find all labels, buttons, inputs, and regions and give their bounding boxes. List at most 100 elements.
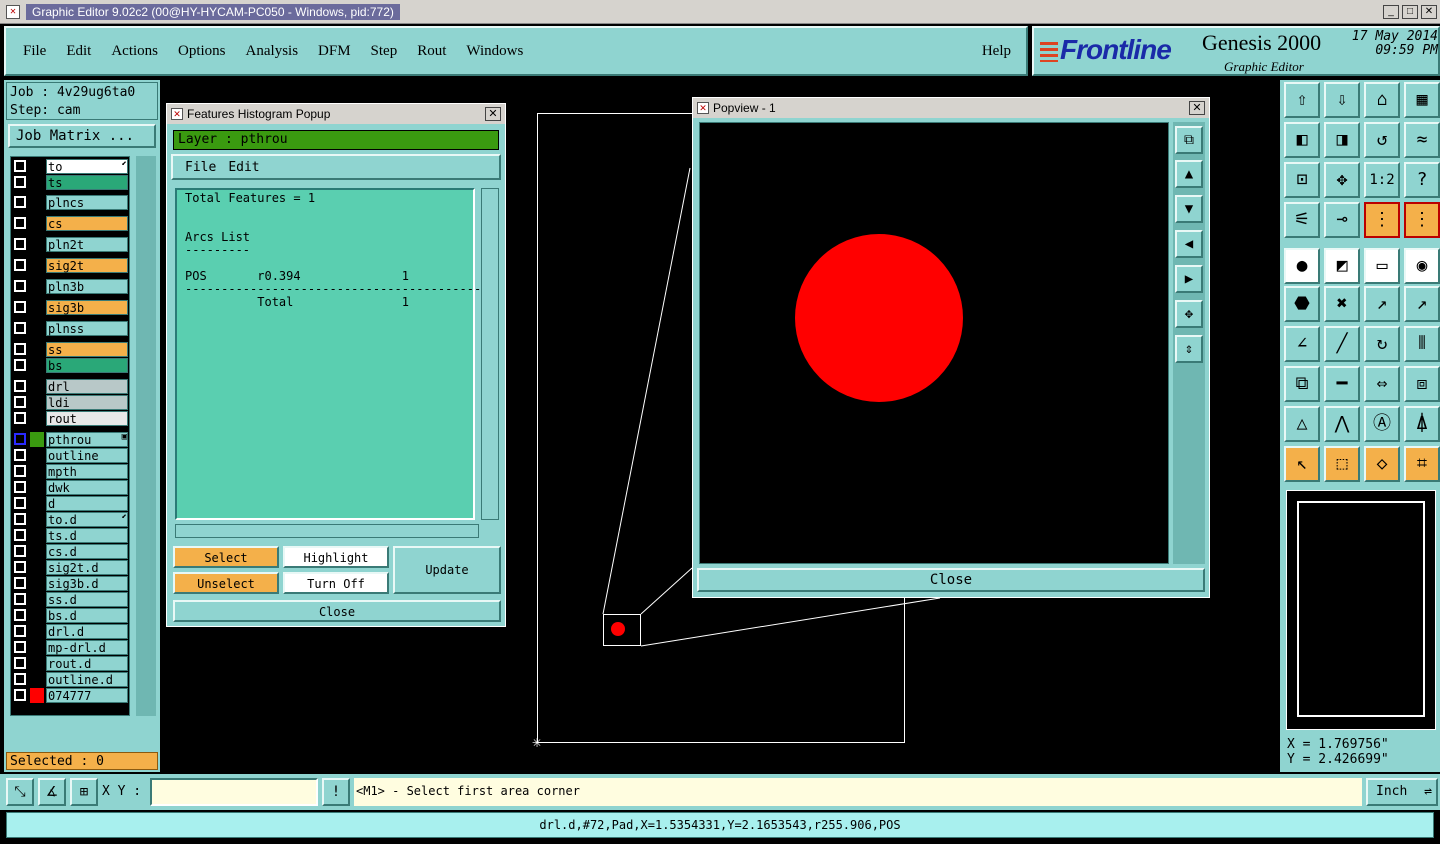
tool-help-icon[interactable]: ? — [1404, 162, 1440, 198]
layer-name[interactable]: bs — [46, 358, 128, 373]
histogram-menu-edit[interactable]: Edit — [228, 160, 259, 175]
layer-row[interactable]: ts — [11, 175, 131, 190]
layer-name[interactable]: sig2t.d — [46, 560, 128, 575]
menu-help[interactable]: Help — [979, 43, 1014, 60]
layer-checkbox[interactable] — [14, 217, 26, 229]
menu-rout[interactable]: Rout — [414, 43, 449, 60]
tool-select-net-icon[interactable]: ⌗ — [1404, 446, 1440, 482]
highlight-button[interactable]: Highlight — [283, 546, 389, 568]
layer-row[interactable]: plnss — [11, 321, 131, 336]
tool-snap-icon[interactable]: ≈ — [1404, 122, 1440, 158]
layer-checkbox[interactable] — [14, 396, 26, 408]
layer-checkbox[interactable] — [14, 196, 26, 208]
layer-row[interactable]: cs.d — [11, 544, 131, 559]
layer-row[interactable]: to ⬋ — [11, 159, 131, 174]
tool-redraw-icon[interactable]: ↺ — [1364, 122, 1400, 158]
layer-row[interactable]: mp-drl.d — [11, 640, 131, 655]
tool-move-line-icon[interactable]: ↗ — [1404, 286, 1440, 322]
layer-checkbox[interactable] — [14, 301, 26, 313]
layer-name[interactable]: sig3b.d — [46, 576, 128, 591]
layer-row[interactable]: drl — [11, 379, 131, 394]
layer-row[interactable]: sig3b.d — [11, 576, 131, 591]
tool-save-icon[interactable]: ⇩ — [1324, 82, 1360, 118]
layer-row[interactable]: bs — [11, 358, 131, 373]
histogram-hscrollbar[interactable] — [175, 524, 479, 538]
snap-angle-icon[interactable]: ∡ — [38, 778, 66, 806]
layer-row[interactable]: sig3b — [11, 300, 131, 315]
layer-name[interactable]: cs.d — [46, 544, 128, 559]
layer-name[interactable]: outline.d — [46, 672, 128, 687]
layer-row[interactable]: sig2t.d — [11, 560, 131, 575]
tool-copy-icon[interactable]: ⧉ — [1284, 366, 1320, 402]
tool-select-poly-icon[interactable]: ◇ — [1364, 446, 1400, 482]
layer-row[interactable]: drl.d — [11, 624, 131, 639]
layer-name[interactable]: pln2t — [46, 237, 128, 252]
tool-connect-icon[interactable]: ⬣ — [1284, 286, 1320, 322]
popview-tool-pan-right-icon[interactable]: ▶ — [1175, 265, 1203, 293]
layer-checkbox[interactable] — [14, 625, 26, 637]
layer-name[interactable]: plncs — [46, 195, 128, 210]
layer-checkbox[interactable] — [14, 465, 26, 477]
layer-name[interactable]: sig2t — [46, 258, 128, 273]
histogram-menu-file[interactable]: File — [185, 160, 216, 175]
tool-pan-left-icon[interactable]: ◧ — [1284, 122, 1320, 158]
menu-options[interactable]: Options — [175, 43, 229, 60]
select-button[interactable]: Select — [173, 546, 279, 568]
tool-line-icon[interactable]: ━ — [1324, 366, 1360, 402]
layer-checkbox[interactable] — [14, 657, 26, 669]
layer-checkbox[interactable] — [14, 259, 26, 271]
layer-row[interactable]: ts.d — [11, 528, 131, 543]
unit-selector[interactable]: Inch ⇌ — [1366, 778, 1438, 806]
popview-canvas[interactable] — [699, 122, 1169, 564]
layer-row[interactable]: bs.d — [11, 608, 131, 623]
pad-feature-zoomed[interactable] — [795, 234, 963, 402]
tool-pan-right-icon[interactable]: ◨ — [1324, 122, 1360, 158]
layer-row[interactable]: 074777 — [11, 688, 131, 703]
layer-name[interactable]: mpth — [46, 464, 128, 479]
layer-name[interactable]: rout.d — [46, 656, 128, 671]
layer-name[interactable]: ss.d — [46, 592, 128, 607]
tool-zoom-fit-icon[interactable]: ⊡ — [1284, 162, 1320, 198]
tool-poly-b-icon[interactable]: ⋀ — [1324, 406, 1360, 442]
layer-checkbox[interactable] — [14, 561, 26, 573]
job-matrix-button[interactable]: Job Matrix ... — [8, 124, 156, 148]
tool-poly-c-icon[interactable]: Ⓐ — [1364, 406, 1400, 442]
popview-tool-pan-down-icon[interactable]: ▼ — [1175, 195, 1203, 223]
layer-name[interactable]: ts.d — [46, 528, 128, 543]
tool-load-icon[interactable]: ⇧ — [1284, 82, 1320, 118]
layer-name[interactable]: sig3b — [46, 300, 128, 315]
layer-checkbox[interactable] — [14, 689, 26, 701]
layer-name[interactable]: bs.d — [46, 608, 128, 623]
xy-input[interactable] — [150, 778, 318, 806]
layer-checkbox[interactable] — [14, 176, 26, 188]
tool-angle-icon[interactable]: ∠ — [1284, 326, 1320, 362]
tool-net-b-icon[interactable]: ⋮ — [1404, 202, 1440, 238]
layer-checkbox[interactable] — [14, 380, 26, 392]
layer-checkbox[interactable] — [14, 593, 26, 605]
layer-row[interactable]: rout.d — [11, 656, 131, 671]
popview-tool-zoom-out-icon[interactable]: ⇕ — [1175, 335, 1203, 363]
tool-add-pad-icon[interactable]: ● — [1284, 248, 1320, 284]
layer-checkbox[interactable] — [14, 359, 26, 371]
tool-slope-icon[interactable]: ╱ — [1324, 326, 1360, 362]
layer-row[interactable]: to.d ⬋ — [11, 512, 131, 527]
layer-row[interactable]: ss.d — [11, 592, 131, 607]
menu-file[interactable]: File — [20, 43, 49, 60]
layer-checkbox[interactable] — [14, 673, 26, 685]
popview-close-button[interactable]: Close — [697, 568, 1205, 592]
layer-checkbox[interactable] — [14, 433, 26, 445]
unselect-button[interactable]: Unselect — [173, 572, 279, 594]
tool-select-box-icon[interactable]: ⬚ — [1324, 446, 1360, 482]
layer-checkbox[interactable] — [14, 529, 26, 541]
pad-feature[interactable] — [611, 622, 625, 636]
histogram-close-button[interactable]: Close — [173, 600, 501, 622]
menu-dfm[interactable]: DFM — [315, 43, 354, 60]
layer-name[interactable]: to.d — [46, 512, 128, 527]
layer-row[interactable]: plncs — [11, 195, 131, 210]
minimize-button[interactable]: _ — [1383, 4, 1399, 19]
layer-checkbox[interactable] — [14, 609, 26, 621]
layer-name[interactable]: drl — [46, 379, 128, 394]
tool-pointer-icon[interactable]: ↖ — [1284, 446, 1320, 482]
layer-checkbox[interactable] — [14, 343, 26, 355]
layer-name[interactable]: dwk — [46, 480, 128, 495]
